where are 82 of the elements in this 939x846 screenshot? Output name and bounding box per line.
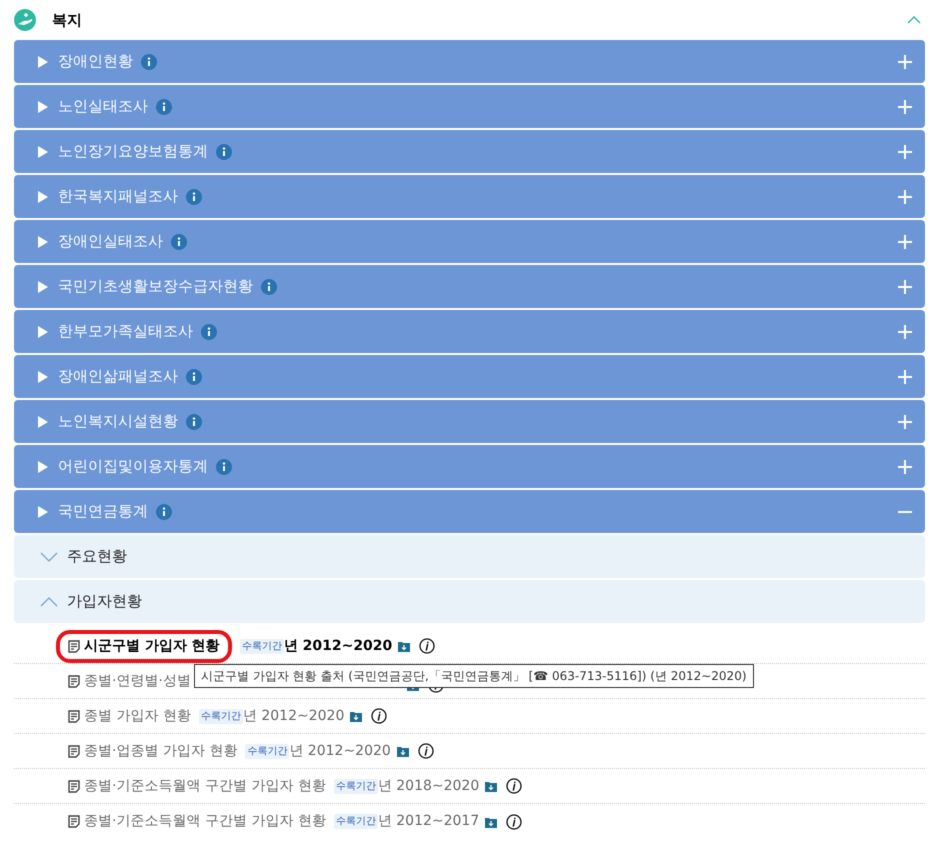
triangle-icon [38,460,48,472]
dataset-link[interactable]: 종별 가입자 현황 [68,706,191,726]
period-text: 년 2012~2020 [289,742,391,760]
category-label: 장애인실태조사 [58,231,163,252]
category-bar[interactable]: 국민기초생활보장수급자현황 [14,265,925,308]
category-bar[interactable]: 장애인실태조사 [14,220,925,263]
plus-icon[interactable] [897,234,913,250]
category-bar[interactable]: 어린이집및이용자통계 [14,445,925,488]
triangle-icon [38,416,48,428]
subcategory-label: 주요현황 [67,546,127,568]
document-icon [68,744,80,758]
triangle-icon [38,190,48,202]
folder-download-icon[interactable] [398,640,410,652]
dataset-link[interactable]: 종별·기준소득월액 구간별 가입자 현황 [68,811,326,832]
period-badge: 수록기간 [240,638,284,654]
triangle-icon [38,326,48,338]
category-label: 국민연금통계 [58,501,148,522]
triangle-icon [38,236,48,248]
document-icon [68,780,80,792]
subcategory-label: 가입자현황 [67,591,142,612]
plus-icon[interactable] [897,144,913,160]
folder-download-icon[interactable] [396,745,409,757]
document-icon [68,674,80,688]
plus-icon[interactable] [897,278,913,294]
triangle-icon [38,56,48,68]
category-label: 한부모가족실태조사 [58,321,193,342]
folder-download-icon[interactable] [350,710,362,722]
triangle-icon [38,146,48,158]
tooltip: 시군구별 가입자 현황 출처 (국민연금공단,「국민연금통계」 [☎ 063-713-5116]) (년 2012~2020) [194,664,754,688]
period-badge: 수록기간 [198,708,243,724]
dataset-link[interactable]: 종별·기준소득월액 구간별 가입자 현황 [68,776,326,796]
period-badge: 수록기간 [334,814,378,829]
info-icon[interactable] [506,814,522,830]
document-icon [68,815,80,828]
category-bar[interactable]: 노인실태조사 [14,85,925,128]
section-title: 복지 [52,10,82,31]
period-text: 년 2018~2020 [378,776,480,796]
plus-icon[interactable] [897,54,913,70]
category-label: 국민기초생활보장수급자현황 [58,276,253,298]
category-label: 노인장기요양보험통계 [58,141,208,162]
plus-icon[interactable] [897,368,913,384]
plus-icon[interactable] [897,188,913,204]
dataset-link[interactable]: 종별·연령별·성별 [68,670,191,692]
plus-icon[interactable] [897,324,913,340]
triangle-icon [38,280,48,292]
triangle-icon [38,370,48,382]
document-icon [68,710,80,722]
subcategory-bar[interactable]: 주요현황 [14,535,925,578]
category-bar[interactable]: 국민연금통계 [14,490,925,533]
category-label: 장애인현황 [58,51,133,72]
folder-download-icon[interactable] [485,780,498,792]
category-bar[interactable]: 장애인삶패널조사 [14,355,925,398]
info-icon[interactable] [506,778,522,794]
category-label: 노인복지시설현황 [58,411,178,432]
category-bar[interactable]: 장애인현황 [14,40,925,83]
category-label: 장애인삶패널조사 [58,366,178,388]
info-icon[interactable] [419,638,436,654]
dataset-link[interactable]: 시군구별 가입자 현황 [56,630,232,662]
category-bar[interactable]: 노인장기요양보험통계 [14,130,925,173]
category-bar[interactable]: 한부모가족실태조사 [14,310,925,353]
dataset-link[interactable]: 종별·업종별 가입자 현황 [68,740,238,762]
period-badge: 수록기간 [334,778,378,794]
period-text: 년 2012~2020 [242,706,344,726]
triangle-icon [38,506,48,518]
period-text: 년 2012~2017 [378,812,480,831]
folder-download-icon[interactable] [485,816,498,828]
triangle-icon [38,100,48,112]
subcategory-bar[interactable]: 가입자현황 [14,580,925,623]
period-text: 년 2012~2020 [284,636,392,656]
category-label: 한국복지패널조사 [58,186,178,208]
plus-icon[interactable] [897,98,913,114]
plus-icon[interactable] [897,458,913,474]
category-bar[interactable]: 한국복지패널조사 [14,175,925,218]
hand-icon [14,9,36,31]
plus-icon[interactable] [897,414,913,430]
category-label: 어린이집및이용자통계 [58,456,208,478]
document-icon [68,640,80,652]
category-bar[interactable]: 노인복지시설현황 [14,400,925,443]
info-icon[interactable] [418,743,434,759]
category-label: 노인실태조사 [58,96,148,118]
info-icon[interactable] [371,708,388,724]
period-badge: 수록기간 [245,744,290,758]
